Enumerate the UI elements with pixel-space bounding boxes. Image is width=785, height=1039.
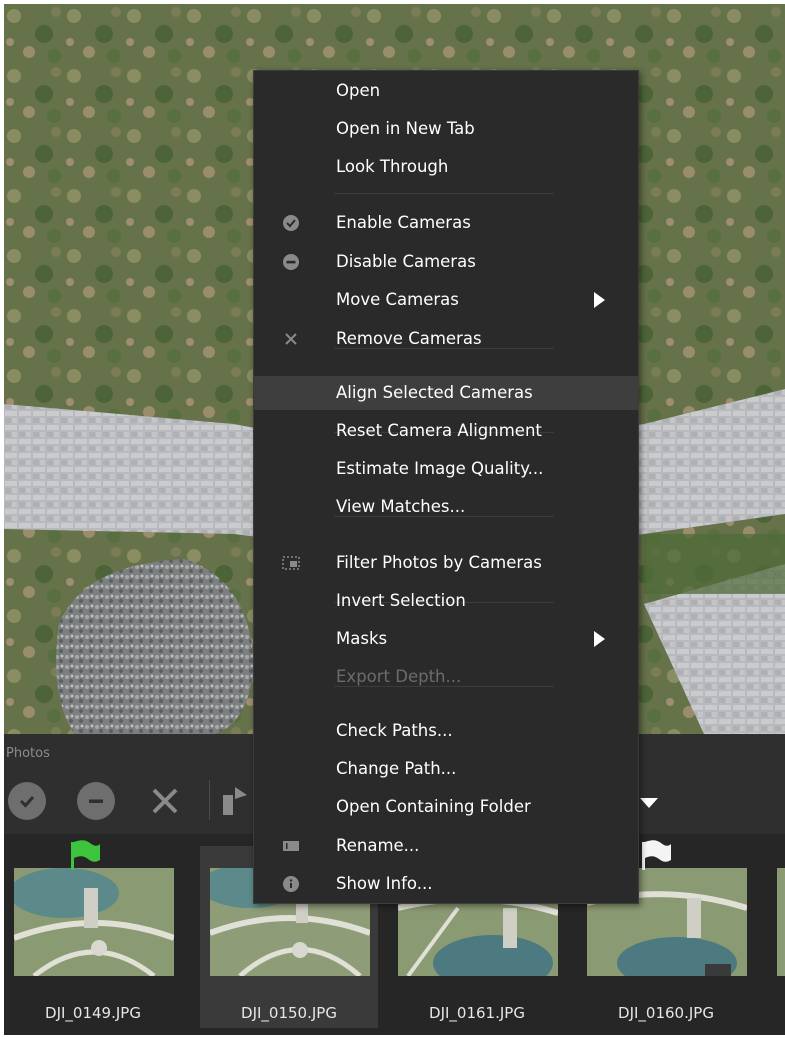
menu-item-label: Rename... [336, 836, 420, 855]
thumbnail-filename: DJI_0161.JPG [429, 1004, 525, 1022]
menu-item-label: Filter Photos by Cameras [336, 553, 542, 572]
menu-item-open[interactable]: Open [254, 74, 638, 108]
menu-item-label: Open [336, 81, 381, 100]
menu-item-masks[interactable]: Masks [254, 622, 638, 656]
menu-item-label: Look Through [336, 157, 449, 176]
thumbnail-filename: DJI_0160.JPG [618, 1004, 714, 1022]
context-menu: Open Open in New Tab Look Through Enable Ca… [253, 70, 639, 904]
thumbnail-image [14, 868, 174, 976]
menu-item-label: Check Paths... [336, 721, 453, 740]
minus-icon [89, 799, 103, 803]
menu-item-label: Move Cameras [336, 290, 459, 309]
minus-circle-icon [282, 253, 300, 271]
close-icon [152, 788, 178, 814]
flag-icon [66, 838, 102, 874]
info-icon [282, 875, 300, 893]
menu-item-change-path[interactable]: Change Path... [254, 752, 638, 786]
menu-item-reset-camera-alignment[interactable]: Reset Camera Alignment [254, 414, 638, 448]
menu-item-align-selected-cameras[interactable]: Align Selected Cameras [254, 376, 638, 410]
menu-item-open-containing-folder[interactable]: Open Containing Folder [254, 790, 638, 824]
menu-item-label: Export Depth... [336, 667, 462, 686]
flag-icon [637, 838, 673, 874]
menu-item-label: Align Selected Cameras [336, 383, 533, 402]
menu-item-label: Estimate Image Quality... [336, 459, 544, 478]
menu-item-label: Enable Cameras [336, 213, 471, 232]
menu-item-move-cameras[interactable]: Move Cameras [254, 283, 638, 317]
menu-item-estimate-image-quality[interactable]: Estimate Image Quality... [254, 452, 638, 486]
remove-cameras-button[interactable] [146, 782, 184, 820]
thumbnail-image [777, 868, 785, 976]
submenu-arrow-icon [594, 631, 605, 647]
submenu-arrow-icon [594, 292, 605, 308]
toolbar-separator [209, 780, 210, 820]
menu-item-label: Masks [336, 629, 388, 648]
align-button[interactable] [216, 782, 254, 820]
align-icon [223, 787, 247, 815]
enable-cameras-button[interactable] [8, 782, 46, 820]
app-window: Photos DJI_0149.JPG DJI_0150.JPG DJI_0161.… [4, 4, 785, 1035]
menu-item-rename[interactable]: Rename... [254, 829, 638, 863]
photos-panel-title: Photos [6, 746, 50, 761]
rename-icon [282, 837, 300, 855]
thumbnail-filename: DJI_0149.JPG [45, 1004, 141, 1022]
photo-thumbnail[interactable]: DJI_0149.JPG [4, 840, 182, 1028]
disable-cameras-button[interactable] [77, 782, 115, 820]
menu-item-enable-cameras[interactable]: Enable Cameras [254, 206, 638, 240]
menu-item-label: Change Path... [336, 759, 457, 778]
menu-item-export-depth: Export Depth... [254, 660, 638, 694]
check-icon [19, 796, 35, 808]
menu-item-look-through[interactable]: Look Through [254, 150, 638, 184]
dropdown-icon[interactable] [640, 798, 658, 808]
menu-item-open-in-new-tab[interactable]: Open in New Tab [254, 112, 638, 146]
filter-photos-icon [282, 554, 300, 572]
menu-item-label: Reset Camera Alignment [336, 421, 542, 440]
x-icon [282, 330, 300, 348]
menu-item-invert-selection[interactable]: Invert Selection [254, 584, 638, 618]
menu-item-check-paths[interactable]: Check Paths... [254, 714, 638, 748]
menu-item-show-info[interactable]: Show Info... [254, 867, 638, 901]
menu-item-disable-cameras[interactable]: Disable Cameras [254, 245, 638, 279]
menu-item-label: Open Containing Folder [336, 797, 531, 816]
menu-item-filter-photos-by-cameras[interactable]: Filter Photos by Cameras [254, 546, 638, 580]
menu-item-label: View Matches... [336, 497, 466, 516]
menu-item-remove-cameras[interactable]: Remove Cameras [254, 322, 638, 356]
menu-item-label: Disable Cameras [336, 252, 476, 271]
menu-item-label: Invert Selection [336, 591, 466, 610]
menu-separator [334, 193, 554, 194]
menu-item-label: Show Info... [336, 874, 433, 893]
photo-thumbnail[interactable] [767, 846, 785, 1028]
menu-item-label: Open in New Tab [336, 119, 475, 138]
thumbnail-filename: DJI_0150.JPG [241, 1004, 337, 1022]
menu-item-label: Remove Cameras [336, 329, 482, 348]
check-circle-icon [282, 214, 300, 232]
menu-item-view-matches[interactable]: View Matches... [254, 490, 638, 524]
